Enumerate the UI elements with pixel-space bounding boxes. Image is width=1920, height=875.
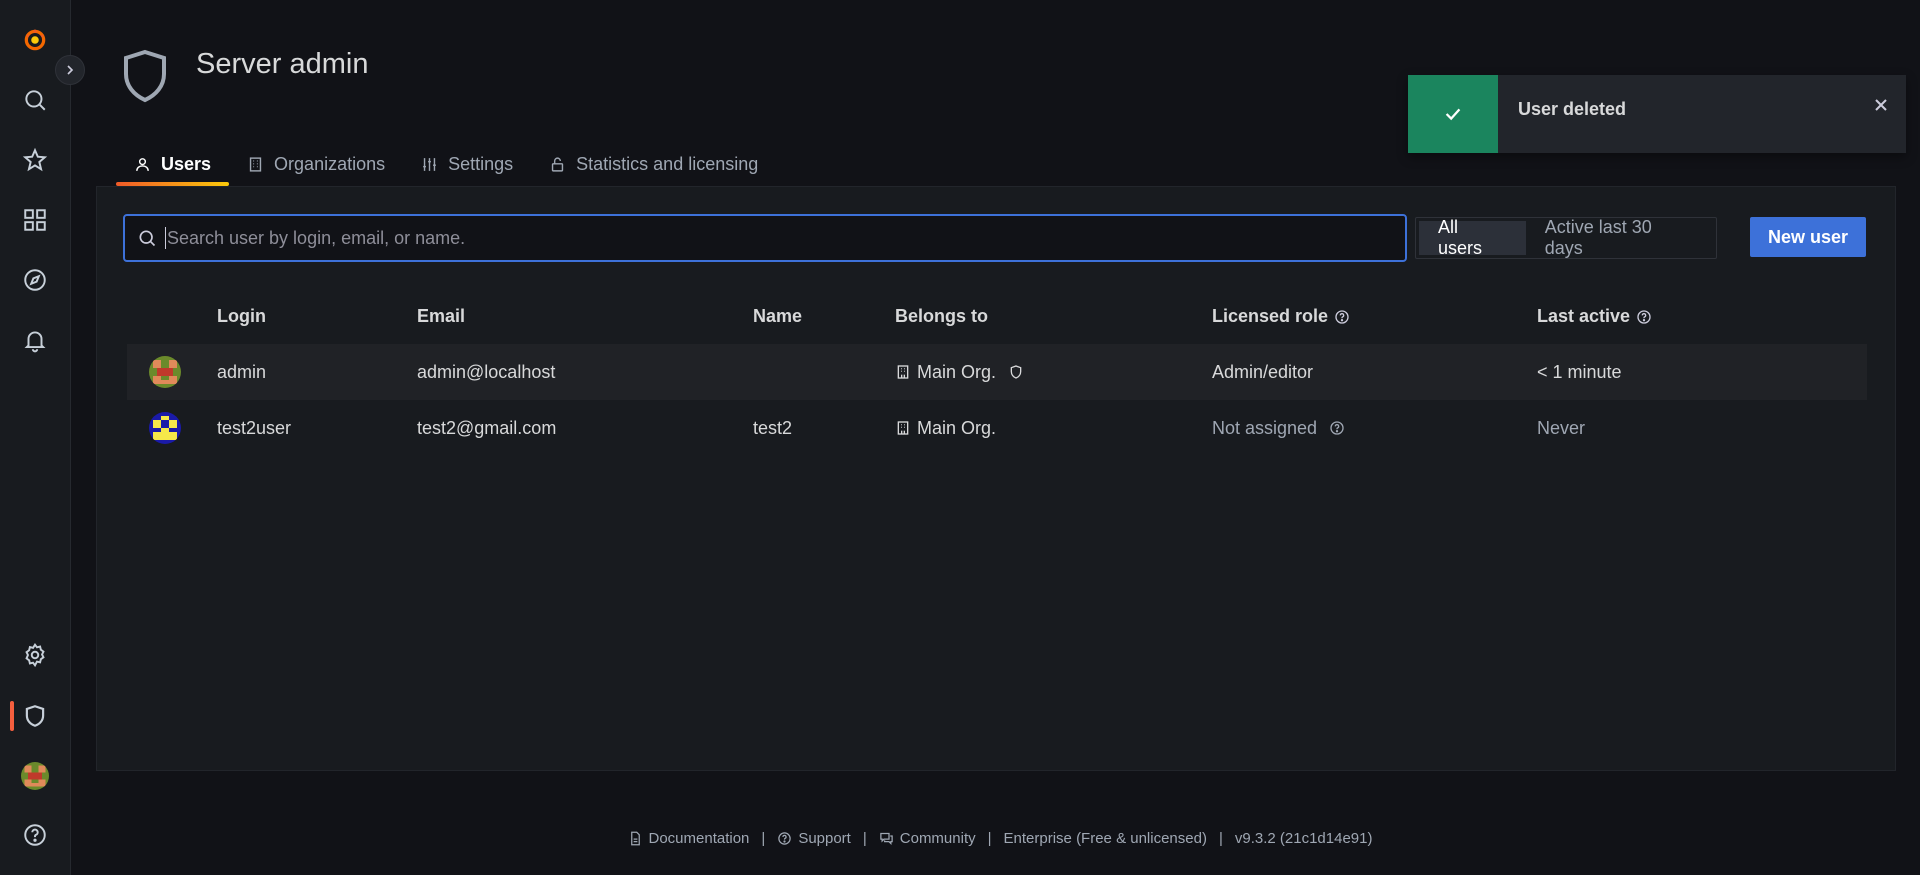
- configuration-gear-icon[interactable]: [0, 631, 70, 679]
- sidebar: [0, 0, 71, 875]
- user-filter-radio-group: All users Active last 30 days: [1415, 217, 1717, 259]
- header-label: Login: [217, 306, 266, 326]
- org-name: Main Org.: [917, 417, 997, 438]
- users-panel: All users Active last 30 days New user L…: [96, 186, 1896, 771]
- tab-settings[interactable]: Settings: [403, 148, 531, 186]
- footer: Documentation | Support | Community | En…: [0, 830, 1920, 847]
- text-caret: [165, 227, 166, 249]
- tab-label: Settings: [448, 153, 514, 174]
- cell-licensed-role: Not assigned: [1212, 400, 1345, 456]
- document-icon: [630, 831, 640, 846]
- table-row[interactable]: test2user test2@gmail.com test2 Main Org…: [127, 400, 1867, 456]
- header-label: Licensed role: [1212, 306, 1329, 326]
- search-box[interactable]: [123, 214, 1407, 262]
- divider: |: [862, 830, 867, 847]
- filter-active-last-30-days[interactable]: Active last 30 days: [1526, 217, 1713, 258]
- footer-documentation-link[interactable]: Documentation: [628, 830, 750, 847]
- tab-bar: Users Organizations Settings Statistics …: [116, 148, 776, 186]
- sidebar-toggle-chevron-right-icon[interactable]: [55, 55, 85, 85]
- building-icon: [249, 156, 262, 172]
- header-label: Belongs to: [895, 306, 988, 326]
- link-label: Community: [899, 830, 976, 847]
- tab-label: Statistics and licensing: [576, 153, 759, 174]
- tab-users[interactable]: Users: [116, 148, 230, 186]
- cell-login[interactable]: test2user: [217, 400, 291, 456]
- admin-shield-icon: [1010, 365, 1022, 379]
- info-question-icon[interactable]: [1334, 309, 1350, 325]
- user-avatar: [149, 356, 181, 388]
- edition-label: Enterprise (Free & unlicensed): [1003, 830, 1207, 847]
- dashboards-icon[interactable]: [0, 196, 70, 244]
- column-header-login[interactable]: Login: [217, 306, 266, 327]
- header-label: Name: [753, 306, 803, 326]
- lock-icon: [551, 156, 564, 172]
- question-circle-icon: [778, 832, 792, 845]
- divider: |: [987, 830, 992, 847]
- toast-status: [1408, 75, 1498, 153]
- cell-licensed-role: Admin/editor: [1212, 361, 1314, 382]
- footer-edition-link[interactable]: Enterprise (Free & unlicensed): [1004, 830, 1207, 847]
- check-icon: [1445, 108, 1461, 121]
- header-label: Email: [417, 306, 466, 326]
- server-admin-shield-icon[interactable]: [0, 692, 70, 740]
- tab-organizations[interactable]: Organizations: [229, 148, 403, 186]
- page-shield-icon: [122, 48, 168, 104]
- column-header-belongs-to: Belongs to: [895, 306, 988, 327]
- cell-belongs-to: Main Org.: [895, 400, 996, 456]
- comments-icon: [880, 832, 893, 846]
- explore-compass-icon[interactable]: [0, 256, 70, 304]
- building-icon: [897, 421, 909, 435]
- search-icon[interactable]: [0, 76, 70, 124]
- cell-login[interactable]: admin: [217, 344, 266, 400]
- footer-community-link[interactable]: Community: [879, 830, 976, 847]
- new-user-button[interactable]: New user: [1750, 217, 1866, 257]
- column-header-email[interactable]: Email: [417, 306, 465, 327]
- link-label: Support: [798, 830, 851, 847]
- tab-label: Users: [161, 153, 212, 174]
- success-toast: User deleted: [1408, 75, 1906, 153]
- grafana-logo-icon[interactable]: [0, 16, 70, 64]
- page-title: Server admin: [196, 48, 369, 80]
- role-label: Not assigned: [1212, 417, 1318, 438]
- divider: |: [761, 830, 766, 847]
- divider: |: [1218, 830, 1223, 847]
- cell-last-active: < 1 minute: [1537, 361, 1622, 382]
- building-icon: [897, 365, 909, 379]
- close-icon[interactable]: [1856, 75, 1906, 135]
- sliders-icon: [423, 157, 436, 171]
- footer-version: v9.3.2 (21c1d14e91): [1235, 830, 1373, 847]
- column-header-last-active: Last active: [1537, 306, 1652, 327]
- column-header-name[interactable]: Name: [753, 306, 802, 327]
- org-name: Main Org.: [917, 361, 997, 382]
- filter-all-users[interactable]: All users: [1419, 217, 1526, 258]
- info-question-icon[interactable]: [1329, 420, 1345, 436]
- footer-support-link[interactable]: Support: [777, 830, 851, 847]
- tab-statistics-and-licensing[interactable]: Statistics and licensing: [531, 148, 776, 186]
- user-avatar-icon[interactable]: [0, 752, 70, 800]
- search-input[interactable]: [167, 227, 1405, 249]
- cell-email[interactable]: admin@localhost: [417, 344, 555, 400]
- alerting-bell-icon[interactable]: [0, 316, 70, 364]
- user-avatar: [149, 412, 181, 444]
- header-label: Last active: [1537, 306, 1631, 326]
- table-row[interactable]: admin admin@localhost Main Org. Admin/ed…: [127, 344, 1867, 400]
- cell-last-active: Never: [1537, 417, 1586, 438]
- info-question-icon[interactable]: [1636, 309, 1652, 325]
- cell-belongs-to: Main Org.: [895, 344, 1024, 400]
- cell-name[interactable]: test2: [753, 400, 792, 456]
- starred-icon[interactable]: [0, 136, 70, 184]
- toast-message: User deleted: [1518, 98, 1627, 119]
- link-label: Documentation: [648, 830, 750, 847]
- user-icon: [136, 157, 149, 171]
- version-label: v9.3.2 (21c1d14e91): [1234, 830, 1373, 847]
- column-header-licensed-role: Licensed role: [1212, 306, 1350, 327]
- search-icon: [139, 230, 156, 247]
- tab-label: Organizations: [274, 153, 386, 174]
- cell-email[interactable]: test2@gmail.com: [417, 400, 556, 456]
